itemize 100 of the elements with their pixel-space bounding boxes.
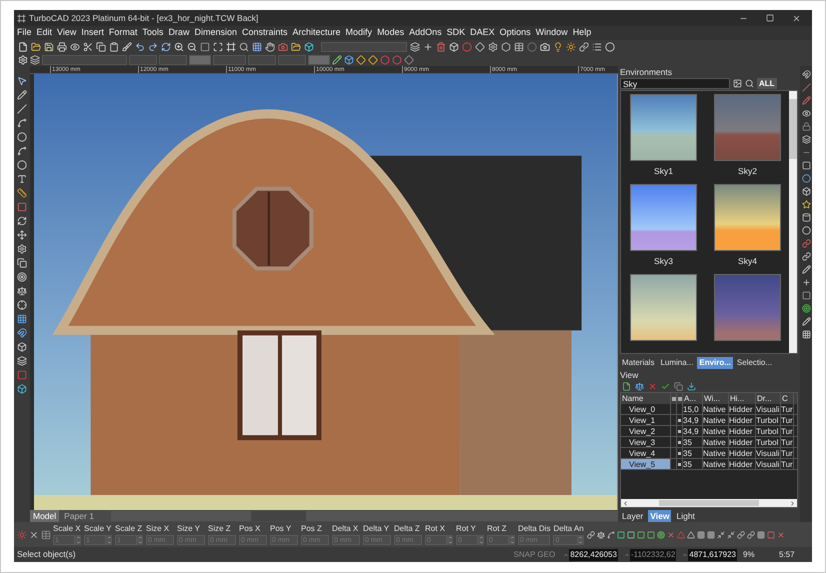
sky-thumbnail[interactable] bbox=[630, 94, 697, 161]
hexagon-icon[interactable] bbox=[392, 54, 402, 64]
brush-icon[interactable] bbox=[122, 42, 132, 52]
close-icon[interactable] bbox=[29, 530, 39, 540]
column-header[interactable]: A... bbox=[683, 393, 703, 404]
diamond-icon[interactable] bbox=[475, 42, 485, 52]
cylinder-icon[interactable] bbox=[802, 213, 810, 222]
folder-icon[interactable] bbox=[291, 42, 301, 52]
menu-item[interactable]: AddOns bbox=[409, 26, 442, 40]
column-header[interactable]: Hi... bbox=[729, 393, 756, 404]
spinner[interactable] bbox=[106, 534, 112, 544]
scale-icon[interactable] bbox=[17, 286, 27, 296]
layers-icon[interactable] bbox=[410, 42, 420, 52]
sky-thumbnail[interactable] bbox=[714, 94, 781, 161]
crosshair-icon[interactable] bbox=[17, 300, 27, 310]
panel-tab[interactable]: Materials bbox=[620, 356, 656, 369]
sky-thumbnail[interactable] bbox=[714, 274, 781, 341]
grid-icon[interactable] bbox=[802, 330, 810, 339]
zoom-in-icon[interactable] bbox=[174, 42, 184, 52]
cross-icon[interactable] bbox=[776, 530, 785, 538]
table-icon[interactable] bbox=[41, 530, 51, 540]
menu-item[interactable]: Format bbox=[108, 26, 138, 40]
table-cell[interactable]: View_2 bbox=[621, 426, 671, 436]
pencil-icon[interactable] bbox=[17, 90, 27, 100]
image-icon[interactable] bbox=[733, 79, 742, 88]
menu-item[interactable]: Help bbox=[572, 26, 592, 40]
sky-thumbnail[interactable] bbox=[630, 274, 697, 341]
menu-item[interactable]: Modify bbox=[346, 26, 372, 40]
grid-icon[interactable] bbox=[252, 42, 262, 52]
magnet-icon[interactable] bbox=[17, 328, 27, 338]
hexagon-icon[interactable] bbox=[380, 54, 390, 64]
square-icon[interactable] bbox=[802, 291, 810, 300]
redo-icon[interactable] bbox=[148, 42, 158, 52]
sheet-tab[interactable]: Model bbox=[30, 510, 60, 522]
text-icon[interactable] bbox=[17, 174, 27, 184]
close-icon[interactable] bbox=[792, 14, 801, 22]
curve-icon[interactable] bbox=[606, 530, 615, 538]
arrows-icon[interactable] bbox=[716, 530, 725, 538]
copy-icon[interactable] bbox=[96, 42, 106, 52]
diamond-icon[interactable] bbox=[404, 54, 414, 64]
menu-item[interactable]: Dimension bbox=[194, 26, 237, 40]
menu-item[interactable]: Constraints bbox=[242, 26, 288, 40]
scroll-left-icon[interactable] bbox=[622, 500, 629, 507]
vertical-scrollbar[interactable] bbox=[789, 90, 797, 354]
spinner[interactable] bbox=[509, 534, 515, 544]
cube-icon[interactable] bbox=[802, 187, 810, 196]
menu-item[interactable]: Window bbox=[536, 26, 568, 40]
check-icon[interactable] bbox=[661, 382, 670, 392]
save-icon[interactable] bbox=[44, 42, 54, 52]
menu-item[interactable]: Insert bbox=[81, 26, 104, 40]
layers-icon[interactable] bbox=[802, 135, 810, 144]
hexagon-icon[interactable] bbox=[501, 42, 511, 52]
printer-icon[interactable] bbox=[57, 42, 67, 52]
move-icon[interactable] bbox=[17, 230, 27, 240]
link-icon[interactable] bbox=[802, 239, 810, 248]
spinner[interactable] bbox=[478, 534, 484, 544]
trash-icon[interactable] bbox=[436, 42, 446, 52]
pointer-icon[interactable] bbox=[17, 76, 27, 86]
link-icon[interactable] bbox=[586, 530, 595, 538]
plus-icon[interactable] bbox=[802, 278, 810, 287]
gear-icon[interactable] bbox=[488, 42, 498, 52]
maximize-icon[interactable] bbox=[766, 14, 774, 22]
grid-icon[interactable] bbox=[706, 530, 715, 538]
gear-icon[interactable] bbox=[17, 244, 27, 254]
box-icon[interactable] bbox=[17, 384, 27, 394]
table-cell[interactable]: View_3 bbox=[621, 437, 671, 448]
lock-icon[interactable] bbox=[802, 122, 810, 131]
pencil-icon[interactable] bbox=[802, 96, 810, 105]
table-cell[interactable]: View_0 bbox=[621, 404, 671, 414]
list-icon[interactable] bbox=[592, 42, 602, 52]
horizontal-scrollbar[interactable] bbox=[621, 499, 797, 508]
cube-icon[interactable] bbox=[17, 342, 27, 352]
menu-item[interactable]: Tools bbox=[142, 26, 164, 40]
pen-icon[interactable] bbox=[802, 317, 810, 326]
arrows-icon[interactable] bbox=[726, 530, 735, 538]
link-icon[interactable] bbox=[579, 42, 589, 52]
eye-icon[interactable] bbox=[802, 109, 810, 118]
spinner[interactable] bbox=[137, 534, 143, 544]
arc-icon[interactable] bbox=[17, 146, 27, 156]
magnet-icon[interactable] bbox=[802, 70, 810, 79]
column-header[interactable]: C bbox=[781, 393, 794, 404]
menu-item[interactable]: SDK bbox=[446, 26, 466, 40]
grid-icon[interactable] bbox=[756, 530, 765, 538]
clipboard-icon[interactable] bbox=[109, 42, 119, 52]
cube-icon[interactable] bbox=[304, 42, 314, 52]
circle-icon[interactable] bbox=[802, 174, 810, 183]
coordinate-field[interactable]: -1102332,62 bbox=[630, 548, 676, 560]
copy-icon[interactable] bbox=[17, 258, 27, 268]
preview-icon[interactable] bbox=[70, 42, 80, 52]
refresh-icon[interactable] bbox=[161, 42, 171, 52]
chain-icon[interactable] bbox=[802, 252, 810, 261]
file-icon[interactable] bbox=[622, 382, 631, 392]
menu-item[interactable]: View bbox=[57, 26, 76, 40]
link-icon[interactable] bbox=[746, 530, 755, 538]
download-icon[interactable] bbox=[687, 382, 696, 392]
pencil-icon[interactable] bbox=[332, 54, 342, 64]
folder-icon[interactable] bbox=[31, 42, 41, 52]
table-icon[interactable] bbox=[514, 42, 524, 52]
table-cell[interactable]: View_4 bbox=[621, 448, 671, 458]
layers-icon[interactable] bbox=[30, 54, 40, 64]
